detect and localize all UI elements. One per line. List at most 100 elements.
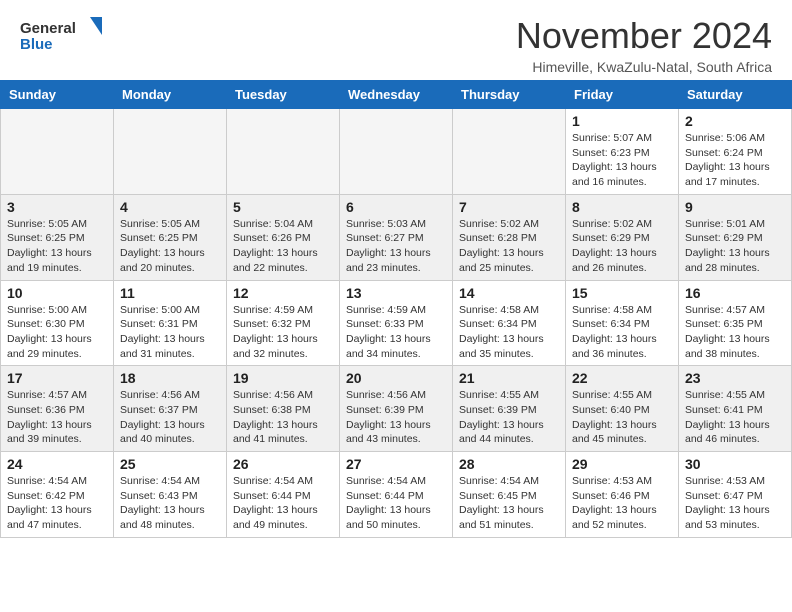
sunset: Sunset: 6:42 PM [7, 490, 85, 502]
day-number: 3 [7, 199, 107, 215]
calendar-week-row: 1 Sunrise: 5:07 AM Sunset: 6:23 PM Dayli… [1, 109, 792, 195]
day-number: 13 [346, 285, 446, 301]
day-info: Sunrise: 5:06 AM Sunset: 6:24 PM Dayligh… [685, 131, 785, 190]
calendar-day-cell: 12 Sunrise: 4:59 AM Sunset: 6:32 PM Dayl… [227, 280, 340, 366]
daylight: Daylight: 13 hours and 26 minutes. [572, 247, 657, 274]
calendar-day-cell [1, 109, 114, 195]
calendar-day-cell: 17 Sunrise: 4:57 AM Sunset: 6:36 PM Dayl… [1, 366, 114, 452]
sunset: Sunset: 6:39 PM [459, 404, 537, 416]
day-number: 14 [459, 285, 559, 301]
sunset: Sunset: 6:34 PM [572, 318, 650, 330]
sunset: Sunset: 6:25 PM [7, 232, 85, 244]
calendar-day-cell: 10 Sunrise: 5:00 AM Sunset: 6:30 PM Dayl… [1, 280, 114, 366]
daylight: Daylight: 13 hours and 25 minutes. [459, 247, 544, 274]
sunrise: Sunrise: 4:55 AM [572, 389, 652, 401]
day-number: 27 [346, 456, 446, 472]
day-number: 11 [120, 285, 220, 301]
calendar-day-cell: 24 Sunrise: 4:54 AM Sunset: 6:42 PM Dayl… [1, 452, 114, 538]
day-number: 20 [346, 370, 446, 386]
sunrise: Sunrise: 4:54 AM [7, 475, 87, 487]
sunrise: Sunrise: 4:54 AM [120, 475, 200, 487]
sunset: Sunset: 6:33 PM [346, 318, 424, 330]
day-info: Sunrise: 4:59 AM Sunset: 6:33 PM Dayligh… [346, 303, 446, 362]
sunset: Sunset: 6:37 PM [120, 404, 198, 416]
sunrise: Sunrise: 5:02 AM [572, 218, 652, 230]
day-number: 16 [685, 285, 785, 301]
day-number: 6 [346, 199, 446, 215]
daylight: Daylight: 13 hours and 53 minutes. [685, 504, 770, 531]
day-info: Sunrise: 4:55 AM Sunset: 6:40 PM Dayligh… [572, 388, 672, 447]
calendar-day-cell: 9 Sunrise: 5:01 AM Sunset: 6:29 PM Dayli… [679, 194, 792, 280]
calendar-day-cell: 6 Sunrise: 5:03 AM Sunset: 6:27 PM Dayli… [340, 194, 453, 280]
sunrise: Sunrise: 4:54 AM [233, 475, 313, 487]
sunset: Sunset: 6:44 PM [346, 490, 424, 502]
calendar-day-cell: 21 Sunrise: 4:55 AM Sunset: 6:39 PM Dayl… [453, 366, 566, 452]
sunset: Sunset: 6:38 PM [233, 404, 311, 416]
sunset: Sunset: 6:25 PM [120, 232, 198, 244]
calendar-day-cell: 27 Sunrise: 4:54 AM Sunset: 6:44 PM Dayl… [340, 452, 453, 538]
day-info: Sunrise: 4:56 AM Sunset: 6:39 PM Dayligh… [346, 388, 446, 447]
day-number: 25 [120, 456, 220, 472]
sunset: Sunset: 6:47 PM [685, 490, 763, 502]
calendar-day-cell [453, 109, 566, 195]
calendar-day-cell: 30 Sunrise: 4:53 AM Sunset: 6:47 PM Dayl… [679, 452, 792, 538]
daylight: Daylight: 13 hours and 31 minutes. [120, 333, 205, 360]
sunset: Sunset: 6:24 PM [685, 147, 763, 159]
sunrise: Sunrise: 4:57 AM [685, 304, 765, 316]
sunset: Sunset: 6:44 PM [233, 490, 311, 502]
calendar-day-cell: 5 Sunrise: 5:04 AM Sunset: 6:26 PM Dayli… [227, 194, 340, 280]
day-info: Sunrise: 4:58 AM Sunset: 6:34 PM Dayligh… [459, 303, 559, 362]
sunset: Sunset: 6:31 PM [120, 318, 198, 330]
day-number: 29 [572, 456, 672, 472]
calendar-day-cell: 26 Sunrise: 4:54 AM Sunset: 6:44 PM Dayl… [227, 452, 340, 538]
calendar-day-cell: 4 Sunrise: 5:05 AM Sunset: 6:25 PM Dayli… [114, 194, 227, 280]
calendar-day-cell: 11 Sunrise: 5:00 AM Sunset: 6:31 PM Dayl… [114, 280, 227, 366]
calendar-day-cell: 28 Sunrise: 4:54 AM Sunset: 6:45 PM Dayl… [453, 452, 566, 538]
day-number: 30 [685, 456, 785, 472]
day-info: Sunrise: 5:01 AM Sunset: 6:29 PM Dayligh… [685, 217, 785, 276]
day-number: 18 [120, 370, 220, 386]
calendar-table: Sunday Monday Tuesday Wednesday Thursday… [0, 80, 792, 538]
calendar-day-cell: 15 Sunrise: 4:58 AM Sunset: 6:34 PM Dayl… [566, 280, 679, 366]
daylight: Daylight: 13 hours and 45 minutes. [572, 419, 657, 446]
day-info: Sunrise: 5:02 AM Sunset: 6:28 PM Dayligh… [459, 217, 559, 276]
daylight: Daylight: 13 hours and 16 minutes. [572, 161, 657, 188]
sunrise: Sunrise: 5:00 AM [120, 304, 200, 316]
calendar-day-cell: 18 Sunrise: 4:56 AM Sunset: 6:37 PM Dayl… [114, 366, 227, 452]
sunrise: Sunrise: 5:06 AM [685, 132, 765, 144]
header-tuesday: Tuesday [227, 81, 340, 109]
daylight: Daylight: 13 hours and 19 minutes. [7, 247, 92, 274]
calendar-week-row: 24 Sunrise: 4:54 AM Sunset: 6:42 PM Dayl… [1, 452, 792, 538]
day-info: Sunrise: 4:58 AM Sunset: 6:34 PM Dayligh… [572, 303, 672, 362]
sunset: Sunset: 6:27 PM [346, 232, 424, 244]
day-number: 28 [459, 456, 559, 472]
sunrise: Sunrise: 4:59 AM [346, 304, 426, 316]
day-info: Sunrise: 5:00 AM Sunset: 6:30 PM Dayligh… [7, 303, 107, 362]
header-friday: Friday [566, 81, 679, 109]
calendar-day-cell: 25 Sunrise: 4:54 AM Sunset: 6:43 PM Dayl… [114, 452, 227, 538]
sunrise: Sunrise: 5:01 AM [685, 218, 765, 230]
sunrise: Sunrise: 4:53 AM [572, 475, 652, 487]
day-info: Sunrise: 4:57 AM Sunset: 6:35 PM Dayligh… [685, 303, 785, 362]
day-number: 2 [685, 113, 785, 129]
day-info: Sunrise: 5:03 AM Sunset: 6:27 PM Dayligh… [346, 217, 446, 276]
daylight: Daylight: 13 hours and 50 minutes. [346, 504, 431, 531]
sunset: Sunset: 6:45 PM [459, 490, 537, 502]
day-number: 17 [7, 370, 107, 386]
sunrise: Sunrise: 5:02 AM [459, 218, 539, 230]
day-info: Sunrise: 5:00 AM Sunset: 6:31 PM Dayligh… [120, 303, 220, 362]
day-info: Sunrise: 4:57 AM Sunset: 6:36 PM Dayligh… [7, 388, 107, 447]
sunrise: Sunrise: 4:58 AM [572, 304, 652, 316]
sunset: Sunset: 6:41 PM [685, 404, 763, 416]
calendar-day-cell: 7 Sunrise: 5:02 AM Sunset: 6:28 PM Dayli… [453, 194, 566, 280]
header-thursday: Thursday [453, 81, 566, 109]
day-number: 12 [233, 285, 333, 301]
header: General Blue November 2024 Himeville, Kw… [0, 0, 792, 80]
daylight: Daylight: 13 hours and 51 minutes. [459, 504, 544, 531]
day-number: 15 [572, 285, 672, 301]
calendar-day-cell: 14 Sunrise: 4:58 AM Sunset: 6:34 PM Dayl… [453, 280, 566, 366]
sunset: Sunset: 6:32 PM [233, 318, 311, 330]
svg-text:General: General [20, 20, 76, 37]
day-number: 4 [120, 199, 220, 215]
sunrise: Sunrise: 4:55 AM [459, 389, 539, 401]
